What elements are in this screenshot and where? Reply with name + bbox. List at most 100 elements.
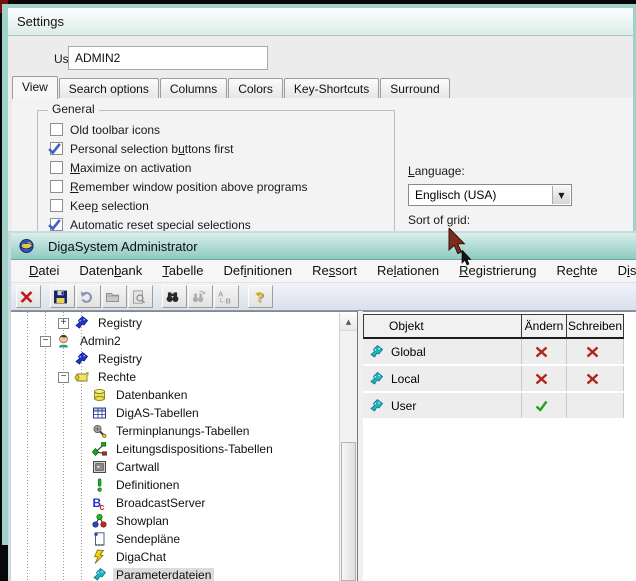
collapse-minus-icon[interactable]: −: [40, 336, 51, 347]
checkbox-box[interactable]: [50, 180, 63, 193]
objekt-label: Local: [391, 372, 420, 386]
tree-item-registry[interactable]: Registry: [11, 350, 339, 368]
column-header-schreiben: Schreiben: [567, 314, 624, 339]
folder-button[interactable]: [102, 285, 127, 308]
undo-button[interactable]: [76, 285, 101, 308]
parameter-brush-icon: [368, 398, 385, 414]
menu-dispo[interactable]: Dispo: [608, 261, 636, 281]
delete-button[interactable]: [16, 285, 41, 308]
tree-vertical-scrollbar[interactable]: ▲: [339, 313, 357, 581]
tree-item-label: Rechte: [95, 370, 139, 384]
tree-item-datenbanken[interactable]: Datenbanken: [11, 386, 339, 404]
menu-datei[interactable]: Datei: [19, 261, 69, 281]
tab-search-options[interactable]: Search options: [59, 78, 159, 98]
tree-item-broadcastserver[interactable]: BroadcastServer: [11, 494, 339, 512]
tree-item-terminplanungs-tabellen[interactable]: Terminplanungs-Tabellen: [11, 422, 339, 440]
expand-plus-icon[interactable]: +: [58, 318, 69, 329]
schreiben-cell[interactable]: [567, 393, 624, 418]
broadcast-icon: [91, 495, 108, 511]
aendern-cell[interactable]: [522, 339, 567, 364]
app-globe-icon: [18, 238, 35, 254]
checkbox-remember-window-position-above-programs[interactable]: Remember window position above programs: [50, 177, 307, 196]
checkbox-box[interactable]: [50, 218, 63, 231]
language-value: Englisch (USA): [415, 188, 496, 202]
scrollbar-up-arrow-icon[interactable]: ▲: [340, 313, 357, 331]
tree-item-label: Definitionen: [113, 478, 182, 492]
client-area: +Registry − Admin2 Registry − Rechte Datenbank…: [11, 311, 636, 581]
menu-relationen[interactable]: Relationen: [367, 261, 449, 281]
tree-item-label: Showplan: [113, 514, 172, 528]
tree-item-showplan[interactable]: Showplan: [11, 512, 339, 530]
find-button[interactable]: [162, 285, 187, 308]
menu-ressort[interactable]: Ressort: [302, 261, 367, 281]
tree-item-definitionen[interactable]: Definitionen: [11, 476, 339, 494]
administrator-window: DigaSystem Administrator DateiDatenbankT…: [8, 231, 636, 581]
schreiben-cell[interactable]: [567, 366, 624, 391]
send-document-icon: [91, 531, 108, 547]
objekt-cell[interactable]: Global: [363, 339, 522, 364]
checkbox-label: Automatic reset special selections: [70, 218, 251, 232]
menu-rechte[interactable]: Rechte: [546, 261, 607, 281]
tree-item-leitungsdispositions-tabellen[interactable]: Leitungsdispositions-Tabellen: [11, 440, 339, 458]
tree-item-admin2[interactable]: − Admin2: [11, 332, 339, 350]
green-check-icon: [533, 398, 550, 414]
tab-columns[interactable]: Columns: [160, 78, 227, 98]
tab-view[interactable]: View: [12, 76, 58, 99]
toolbar: [11, 283, 636, 311]
tree-item-registry[interactable]: +Registry: [11, 314, 339, 332]
tab-colors[interactable]: Colors: [228, 78, 283, 98]
checkbox-personal-selection-buttons-first[interactable]: Personal selection buttons first: [50, 139, 307, 158]
preview-button[interactable]: [128, 285, 153, 308]
tab-key-shortcuts[interactable]: Key-Shortcuts: [284, 78, 379, 98]
checkbox-old-toolbar-icons[interactable]: Old toolbar icons: [50, 120, 307, 139]
checkbox-maximize-on-activation[interactable]: Maximize on activation: [50, 158, 307, 177]
binoculars-icon: [164, 289, 181, 305]
tree-item-label: Sendepläne: [113, 532, 183, 546]
tree-item-label: DigaChat: [113, 550, 169, 564]
find-next-button[interactable]: [188, 285, 213, 308]
collapse-minus-icon[interactable]: −: [58, 372, 69, 383]
tab-surround[interactable]: Surround: [380, 78, 449, 98]
checkbox-box[interactable]: [50, 142, 63, 155]
checkbox-label: Keep selection: [70, 199, 149, 213]
objekt-cell[interactable]: User: [363, 393, 522, 418]
mouse-cursor-secondary: [461, 250, 474, 267]
sort-ab-icon: [216, 289, 233, 305]
tree-item-label: DigAS-Tabellen: [113, 406, 202, 420]
aendern-cell[interactable]: [522, 366, 567, 391]
checkbox-box[interactable]: [50, 161, 63, 174]
tree-item-rechte[interactable]: − Rechte: [11, 368, 339, 386]
tree-item-digas-tabellen[interactable]: DigAS-Tabellen: [11, 404, 339, 422]
undo-icon: [78, 289, 95, 305]
rights-grid: ObjektÄndernSchreiben GlobalLocalUser: [363, 314, 624, 420]
network-icon: [91, 441, 108, 457]
administrator-titlebar[interactable]: DigaSystem Administrator: [11, 233, 636, 260]
desktop: { "settings_window": { "title": "Setting…: [0, 0, 636, 579]
menu-tabelle[interactable]: Tabelle: [152, 261, 213, 281]
help-button[interactable]: [248, 285, 273, 308]
tree-item-label: Cartwall: [113, 460, 162, 474]
language-dropdown[interactable]: Englisch (USA) ▼: [408, 184, 572, 206]
aendern-cell[interactable]: [522, 393, 567, 418]
cartwall-icon: [91, 459, 108, 475]
parameter-brush-icon: [368, 344, 385, 360]
replace-button[interactable]: [214, 285, 239, 308]
checkbox-box[interactable]: [50, 199, 63, 212]
objekt-cell[interactable]: Local: [363, 366, 522, 391]
menu-definitionen[interactable]: Definitionen: [213, 261, 302, 281]
tree-item-sendepläne[interactable]: Sendepläne: [11, 530, 339, 548]
menu-datenbank[interactable]: Datenbank: [69, 261, 152, 281]
tree-item-digachat[interactable]: DigaChat: [11, 548, 339, 566]
user-field[interactable]: ADMIN2: [68, 46, 268, 70]
checkbox-box[interactable]: [50, 123, 63, 136]
scrollbar-thumb[interactable]: [341, 442, 356, 581]
checkbox-keep-selection[interactable]: Keep selection: [50, 196, 307, 215]
tree-item-label: Admin2: [77, 334, 124, 348]
chevron-down-icon[interactable]: ▼: [552, 186, 570, 204]
save-button[interactable]: [50, 285, 75, 308]
help-icon: [250, 289, 267, 305]
schreiben-cell[interactable]: [567, 339, 624, 364]
binoculars-arrow-icon: [190, 289, 207, 305]
settings-titlebar[interactable]: Settings: [8, 8, 633, 36]
tree-item-cartwall[interactable]: Cartwall: [11, 458, 339, 476]
